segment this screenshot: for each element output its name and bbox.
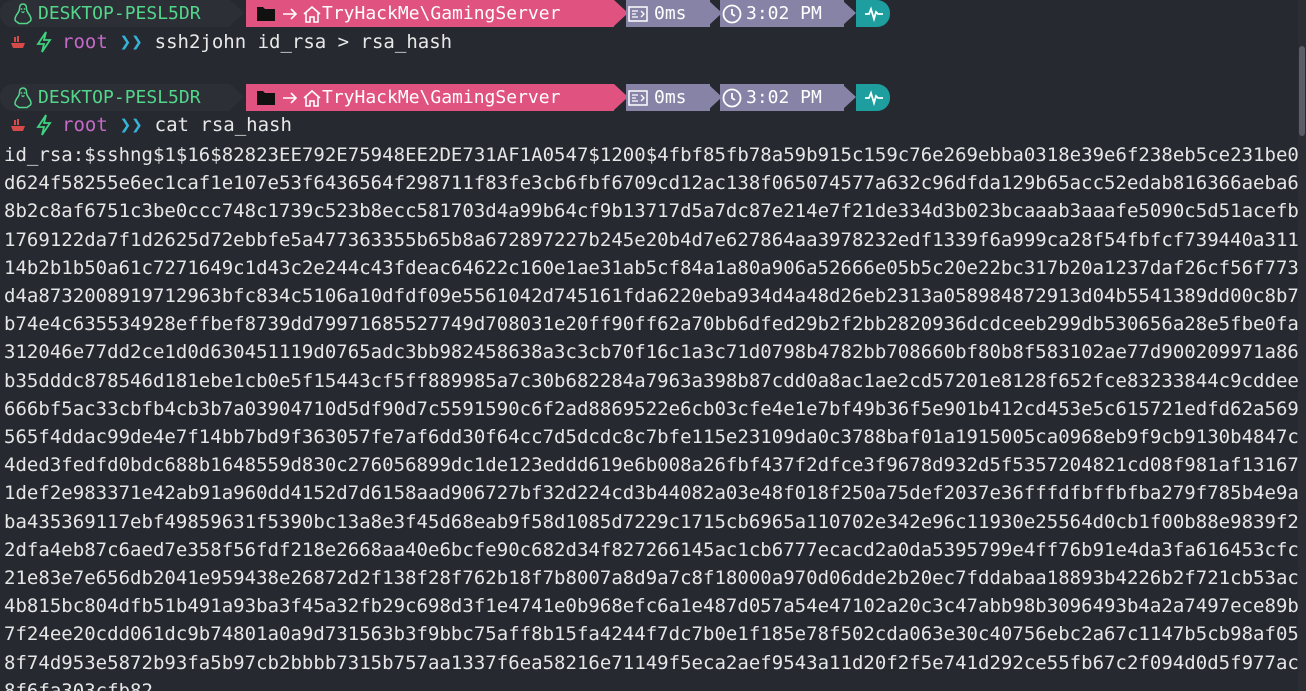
ship-icon [4,118,32,132]
user-label: root [62,114,108,136]
duration-segment: 0ms [626,0,710,27]
timer-icon [628,89,648,107]
path-label: TryHackMe\GamingServer [322,87,561,108]
prompt-chevrons: ❯❯ [119,114,143,136]
arrow-right-icon [282,91,298,105]
clock-label: 3:02 PM [746,3,822,24]
home-icon [302,89,322,107]
user-label: root [62,31,108,53]
duration-segment: 0ms [626,84,710,111]
linux-icon [12,86,34,109]
segment-separator [230,0,244,26]
folder-icon [256,89,276,106]
clock-icon [722,88,742,108]
segment-separator [842,84,856,110]
bolt-icon [32,114,56,136]
terminal-window[interactable]: DESKTOP-PESL5DR TryHackMe\GamingServer 0… [0,0,1306,691]
folder-icon [256,5,276,22]
status-segment [856,0,890,27]
duration-label: 0ms [654,3,687,24]
command-line-1: root ❯❯ ssh2john id_rsa > rsa_hash [0,28,452,56]
command-text: ssh2john id_rsa > rsa_hash [154,31,453,53]
linux-icon [12,2,34,25]
path-segment: TryHackMe\GamingServer [246,84,614,111]
clock-label: 3:02 PM [746,87,822,108]
host-segment: DESKTOP-PESL5DR [0,84,230,111]
host-label: DESKTOP-PESL5DR [38,87,201,108]
clock-segment: 3:02 PM [720,0,844,27]
home-icon [302,5,322,23]
prompt-bar-2: DESKTOP-PESL5DR TryHackMe\GamingServer 0… [0,84,910,111]
path-segment: TryHackMe\GamingServer [246,0,614,27]
duration-label: 0ms [654,87,687,108]
segment-separator [230,84,244,110]
path-label: TryHackMe\GamingServer [322,3,561,24]
command-text: cat rsa_hash [154,114,292,136]
clock-icon [722,4,742,24]
clock-segment: 3:02 PM [720,84,844,111]
host-label: DESKTOP-PESL5DR [38,3,201,24]
prompt-bar-1: DESKTOP-PESL5DR TryHackMe\GamingServer 0… [0,0,910,27]
bolt-icon [32,31,56,53]
ship-icon [4,35,32,49]
host-segment: DESKTOP-PESL5DR [0,0,230,27]
vertical-scrollbar[interactable] [1298,0,1306,691]
status-segment [856,84,890,111]
prompt-chevrons: ❯❯ [119,31,143,53]
pulse-icon [864,89,884,106]
pulse-icon [864,5,884,22]
timer-icon [628,5,648,23]
command-output: id_rsa:$sshng$1$16$82823EE792E75948EE2DE… [4,144,1299,691]
command-line-2: root ❯❯ cat rsa_hash [0,111,292,139]
scrollbar-thumb[interactable] [1299,46,1305,136]
segment-separator [842,0,856,26]
arrow-right-icon [282,7,298,21]
